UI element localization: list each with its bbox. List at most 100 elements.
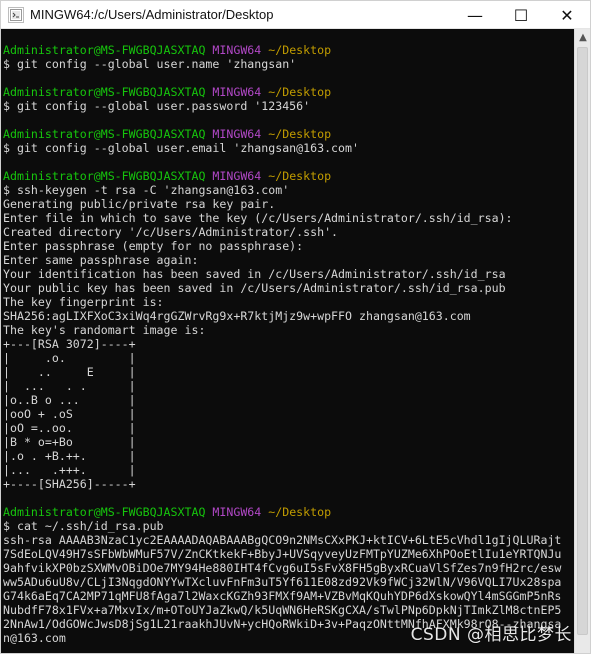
- window-title: MINGW64:/c/Users/Administrator/Desktop: [30, 7, 274, 22]
- output-line-text: ssh-rsa AAAAB3NzaC1yc2EAAAADAQABAAABgQCO…: [3, 533, 562, 547]
- output-line-text: 2NnAw1/OdGOWcJwsD8jSg1L21raakhJUvN+ycHQo…: [3, 617, 562, 631]
- prompt-shell: MINGW64: [212, 169, 262, 183]
- output-line: Enter passphrase (empty for no passphras…: [3, 239, 574, 253]
- output-line-text: The key fingerprint is:: [3, 295, 164, 309]
- prompt-line: Administrator@MS-FWGBQJASXTAQ MINGW64 ~/…: [3, 169, 574, 183]
- minimize-button[interactable]: —: [452, 1, 498, 29]
- close-button[interactable]: ✕: [544, 1, 590, 29]
- output-line-text: SHA256:agLIXFXoC3xiWq4rgGZWrvRg9x+R7ktjM…: [3, 309, 471, 323]
- terminal-window: MINGW64:/c/Users/Administrator/Desktop —…: [0, 0, 591, 654]
- prompt-user-host: Administrator@MS-FWGBQJASXTAQ: [3, 85, 206, 99]
- output-line-text: |o..B o ... |: [3, 393, 136, 407]
- terminal-icon: [8, 6, 24, 23]
- prompt-shell: MINGW64: [212, 505, 262, 519]
- prompt-line: Administrator@MS-FWGBQJASXTAQ MINGW64 ~/…: [3, 43, 574, 57]
- output-line-text: |.o . +B.++. |: [3, 449, 136, 463]
- output-line: | .o. |: [3, 351, 574, 365]
- output-line-text: | ... . . |: [3, 379, 136, 393]
- output-line: 2NnAw1/OdGOWcJwsD8jSg1L21raakhJUvN+ycHQo…: [3, 617, 574, 631]
- window-controls: — ☐ ✕: [452, 1, 590, 29]
- command-line-text: $ cat ~/.ssh/id_rsa.pub: [3, 519, 164, 533]
- output-line-text: Created directory '/c/Users/Administrato…: [3, 225, 339, 239]
- output-line-text: |... .+++. |: [3, 463, 136, 477]
- output-line-text: The key's randomart image is:: [3, 323, 206, 337]
- output-line: |... .+++. |: [3, 463, 574, 477]
- maximize-icon: ☐: [513, 5, 529, 25]
- maximize-button[interactable]: ☐: [498, 1, 544, 29]
- output-line-text: |ooO + .oS |: [3, 407, 136, 421]
- minimize-icon: —: [467, 5, 483, 25]
- output-line: Your identification has been saved in /c…: [3, 267, 574, 281]
- output-line-text: NubdfF78x1FVx+a7MxvIx/m+OToUYJaZkwQ/k5Uq…: [3, 603, 562, 617]
- output-line: +---[RSA 3072]----+: [3, 337, 574, 351]
- command-line: $ ssh-keygen -t rsa -C 'zhangsan@163.com…: [3, 183, 574, 197]
- close-icon: ✕: [560, 5, 574, 25]
- prompt-path: ~/Desktop: [268, 505, 332, 519]
- prompt-line: Administrator@MS-FWGBQJASXTAQ MINGW64 ~/…: [3, 85, 574, 99]
- output-line: Generating public/private rsa key pair.: [3, 197, 574, 211]
- output-line: The key fingerprint is:: [3, 295, 574, 309]
- output-line: The key's randomart image is:: [3, 323, 574, 337]
- output-line-text: +----[SHA256]-----+: [3, 477, 136, 491]
- output-line: n@163.com: [3, 631, 574, 645]
- output-line: Your public key has been saved in /c/Use…: [3, 281, 574, 295]
- output-line-text: |B * o=+Bo |: [3, 435, 136, 449]
- output-line: |B * o=+Bo |: [3, 435, 574, 449]
- output-line-text: Enter same passphrase again:: [3, 253, 199, 267]
- prompt-user-host: Administrator@MS-FWGBQJASXTAQ: [3, 127, 206, 141]
- output-line-text: Enter passphrase (empty for no passphras…: [3, 239, 304, 253]
- output-line-text: Your identification has been saved in /c…: [3, 267, 506, 281]
- output-line: G74k6aEq7CA2MP71qMFU8fAga7l2WaxcKGZh93FM…: [3, 589, 574, 603]
- output-line: | .. E |: [3, 365, 574, 379]
- output-line-text: 9ahfvikXP0bzSXWMvOBiDOe7MY94He880IHT4fCv…: [3, 561, 562, 575]
- prompt-shell: MINGW64: [212, 85, 262, 99]
- prompt-path: ~/Desktop: [268, 169, 332, 183]
- terminal-output: Administrator@MS-FWGBQJASXTAQ MINGW64 ~/…: [3, 43, 574, 645]
- output-line: Enter file in which to save the key (/c/…: [3, 211, 574, 225]
- vertical-scrollbar[interactable]: ▲: [574, 29, 590, 653]
- command-line-text: $ git config --global user.password '123…: [3, 99, 311, 113]
- prompt-path: ~/Desktop: [268, 127, 332, 141]
- command-line: $ git config --global user.password '123…: [3, 99, 574, 113]
- output-line-text: 7SdEoLQV49H7sSFbWbWMuF57V/ZnCKtkekF+BbyJ…: [3, 547, 562, 561]
- output-line-text: n@163.com: [3, 631, 66, 645]
- output-line-text: Generating public/private rsa key pair.: [3, 197, 276, 211]
- output-line: | ... . . |: [3, 379, 574, 393]
- output-line: SHA256:agLIXFXoC3xiWq4rgGZWrvRg9x+R7ktjM…: [3, 309, 574, 323]
- output-line-text: Your public key has been saved in /c/Use…: [3, 281, 506, 295]
- prompt-shell: MINGW64: [212, 127, 262, 141]
- output-line: |o..B o ... |: [3, 393, 574, 407]
- output-line: NubdfF78x1FVx+a7MxvIx/m+OToUYJaZkwQ/k5Uq…: [3, 603, 574, 617]
- prompt-path: ~/Desktop: [268, 43, 332, 57]
- prompt-user-host: Administrator@MS-FWGBQJASXTAQ: [3, 43, 206, 57]
- output-line-text: Enter file in which to save the key (/c/…: [3, 211, 513, 225]
- prompt-user-host: Administrator@MS-FWGBQJASXTAQ: [3, 505, 206, 519]
- output-line: |.o . +B.++. |: [3, 449, 574, 463]
- output-line-text: | .o. |: [3, 351, 136, 365]
- prompt-user-host: Administrator@MS-FWGBQJASXTAQ: [3, 169, 206, 183]
- command-line: $ git config --global user.email 'zhangs…: [3, 141, 574, 155]
- command-line: $ cat ~/.ssh/id_rsa.pub: [3, 519, 574, 533]
- output-line: ww5ADu6uU8v/CLjI3NqgdONYYwTXcluvFnFm3uT5…: [3, 575, 574, 589]
- terminal-viewport[interactable]: Administrator@MS-FWGBQJASXTAQ MINGW64 ~/…: [1, 29, 574, 653]
- scroll-up-icon[interactable]: ▲: [575, 29, 590, 45]
- output-line: Created directory '/c/Users/Administrato…: [3, 225, 574, 239]
- output-line-text: G74k6aEq7CA2MP71qMFU8fAga7l2WaxcKGZh93FM…: [3, 589, 562, 603]
- command-line: $ git config --global user.name 'zhangsa…: [3, 57, 574, 71]
- output-line: 9ahfvikXP0bzSXWMvOBiDOe7MY94He880IHT4fCv…: [3, 561, 574, 575]
- output-line: +----[SHA256]-----+: [3, 477, 574, 491]
- title-bar[interactable]: MINGW64:/c/Users/Administrator/Desktop —…: [1, 1, 590, 29]
- command-line-text: $ ssh-keygen -t rsa -C 'zhangsan@163.com…: [3, 183, 290, 197]
- output-line-text: ww5ADu6uU8v/CLjI3NqgdONYYwTXcluvFnFm3uT5…: [3, 575, 562, 589]
- command-line-text: $ git config --global user.email 'zhangs…: [3, 141, 359, 155]
- scroll-thumb[interactable]: [577, 47, 588, 635]
- prompt-shell: MINGW64: [212, 43, 262, 57]
- output-line-text: |oO =..oo. |: [3, 421, 136, 435]
- prompt-line: Administrator@MS-FWGBQJASXTAQ MINGW64 ~/…: [3, 505, 574, 519]
- command-line-text: $ git config --global user.name 'zhangsa…: [3, 57, 297, 71]
- output-line: ssh-rsa AAAAB3NzaC1yc2EAAAADAQABAAABgQCO…: [3, 533, 574, 547]
